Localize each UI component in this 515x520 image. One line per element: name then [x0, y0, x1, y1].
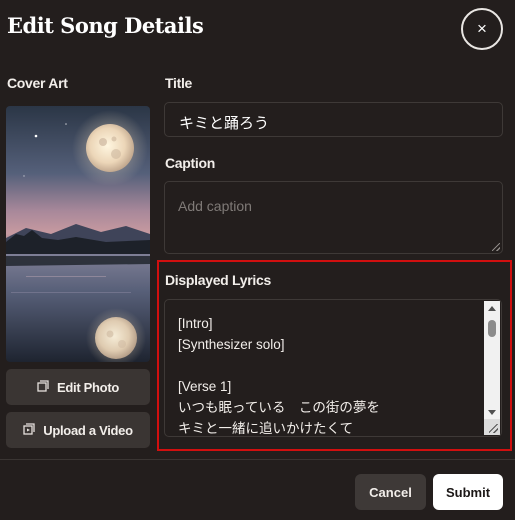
close-icon[interactable]: ×: [477, 19, 487, 39]
cover-art-image: [6, 106, 150, 362]
resize-handle-icon[interactable]: [492, 243, 500, 251]
scrollbar-thumb[interactable]: [488, 320, 496, 337]
lyrics-label: Displayed Lyrics: [165, 272, 271, 288]
close-button[interactable]: ×: [461, 8, 503, 50]
dialog-title: Edit Song Details: [7, 13, 204, 38]
cover-art-label: Cover Art: [7, 75, 68, 91]
caption-label: Caption: [165, 155, 216, 171]
caption-placeholder: Add caption: [178, 198, 252, 214]
submit-button[interactable]: Submit: [433, 474, 503, 510]
edit-photo-label: Edit Photo: [57, 379, 119, 395]
lyric-line: [Synthesizer solo]: [178, 337, 285, 352]
caption-input[interactable]: Add caption: [164, 181, 503, 254]
title-input[interactable]: キミと踊ろう: [164, 102, 503, 137]
upload-video-button[interactable]: Upload a Video: [6, 412, 150, 448]
title-label: Title: [165, 75, 193, 91]
image-icon: [37, 379, 49, 395]
edit-photo-button[interactable]: Edit Photo: [6, 369, 150, 405]
lyric-line: [178, 355, 471, 376]
resize-handle-icon[interactable]: [484, 419, 500, 435]
title-value: キミと踊ろう: [179, 115, 270, 132]
lyric-line: いつも眠っている この街の夢を: [178, 400, 380, 415]
scroll-up-arrow-icon[interactable]: [488, 306, 496, 311]
scroll-down-arrow-icon[interactable]: [488, 410, 496, 415]
video-icon: [23, 422, 35, 438]
upload-video-label: Upload a Video: [43, 422, 133, 438]
lyric-line: キミと一緒に追いかけたくて: [178, 421, 354, 436]
cancel-button[interactable]: Cancel: [355, 474, 426, 510]
lyric-line: [Verse 1]: [178, 379, 232, 394]
lyrics-scrollbar[interactable]: [484, 301, 500, 420]
footer-divider: [0, 459, 515, 460]
lyric-line: [Intro]: [178, 316, 213, 331]
lyrics-textarea[interactable]: [Intro] [Synthesizer solo] [Verse 1] いつも…: [164, 299, 502, 437]
